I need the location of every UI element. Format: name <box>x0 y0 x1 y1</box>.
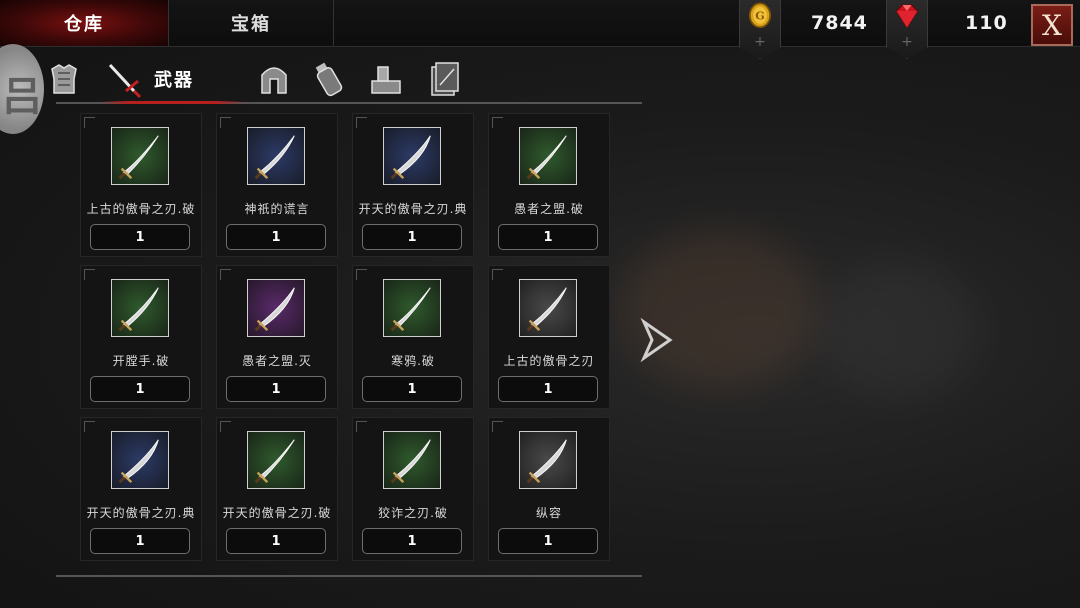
inventory-slot[interactable]: 寒鸦.破 1 <box>352 265 474 409</box>
weapon-icon <box>383 431 441 489</box>
weapon-icon <box>111 279 169 337</box>
gold-coin-icon: G <box>748 2 772 29</box>
tab-warehouse[interactable]: 仓库 <box>0 0 169 46</box>
close-button[interactable]: X <box>1031 4 1073 46</box>
next-page-arrow-icon[interactable] <box>640 318 674 362</box>
top-bar: 仓库 宝箱 G + 7844 + 110 X <box>0 0 1080 59</box>
svg-text:G: G <box>755 10 764 23</box>
inventory-slot[interactable]: 狡诈之刃.破 1 <box>352 417 474 561</box>
bottom-divider <box>56 575 642 577</box>
item-quantity: 1 <box>498 528 598 554</box>
inventory-slot[interactable]: 神祇的谎言 1 <box>216 113 338 257</box>
scroll-card-icon <box>431 62 459 96</box>
slot-corner-decoration <box>84 117 95 128</box>
item-name: 上古的傲骨之刃.破 <box>86 202 196 216</box>
item-quantity: 1 <box>90 224 190 250</box>
inventory-slot[interactable]: 开天的傲骨之刃.典 1 <box>80 417 202 561</box>
inventory-slot[interactable]: 愚者之盟.破 1 <box>488 113 610 257</box>
inventory-slot[interactable]: 上古的傲骨之刃.破 1 <box>80 113 202 257</box>
weapon-icon <box>247 127 305 185</box>
weapon-icon <box>247 431 305 489</box>
item-quantity: 1 <box>362 376 462 402</box>
inventory-slot[interactable]: 开膛手.破 1 <box>80 265 202 409</box>
inventory-slot[interactable]: 开天的傲骨之刃.典 1 <box>352 113 474 257</box>
weapon-icon <box>111 127 169 185</box>
slot-corner-decoration <box>492 117 503 128</box>
item-quantity: 1 <box>226 224 326 250</box>
category-potion[interactable] <box>308 56 348 102</box>
item-name: 狡诈之刃.破 <box>378 506 448 520</box>
handle-glyph-icon: 吕 <box>2 74 42 120</box>
item-name: 神祇的谎言 <box>244 202 310 216</box>
category-scroll[interactable] <box>424 56 464 102</box>
item-quantity: 1 <box>226 376 326 402</box>
weapon-icon <box>111 431 169 489</box>
item-name: 纵容 <box>535 506 562 520</box>
slot-corner-decoration <box>84 421 95 432</box>
red-gem-icon <box>895 4 919 29</box>
gold-amount: 7844 <box>811 12 868 34</box>
category-helmet[interactable] <box>254 56 294 102</box>
inventory-slot[interactable]: 上古的傲骨之刃 1 <box>488 265 610 409</box>
potion-icon <box>315 62 343 97</box>
category-crafting[interactable] <box>366 56 406 102</box>
active-category-underline <box>100 101 244 104</box>
inventory-slot[interactable]: 纵容 1 <box>488 417 610 561</box>
add-gem-icon: + <box>901 34 913 50</box>
weapon-icon <box>519 431 577 489</box>
slot-corner-decoration <box>220 117 231 128</box>
slot-corner-decoration <box>356 421 367 432</box>
item-name: 愚者之盟.灭 <box>242 354 312 368</box>
item-quantity: 1 <box>498 376 598 402</box>
item-quantity: 1 <box>90 376 190 402</box>
weapon-icon <box>383 127 441 185</box>
slot-corner-decoration <box>356 117 367 128</box>
item-name: 开天的傲骨之刃.典 <box>358 202 468 216</box>
weapon-icon <box>247 279 305 337</box>
slot-corner-decoration <box>492 421 503 432</box>
item-quantity: 1 <box>362 224 462 250</box>
weapon-icon <box>383 279 441 337</box>
gold-slot[interactable]: G + <box>739 0 781 59</box>
item-name: 开天的傲骨之刃.典 <box>86 506 196 520</box>
slot-corner-decoration <box>84 269 95 280</box>
tab-treasure-chest[interactable]: 宝箱 <box>169 0 334 46</box>
weapon-icon <box>519 127 577 185</box>
slot-corner-decoration <box>356 269 367 280</box>
gem-amount: 110 <box>965 12 1008 34</box>
item-quantity: 1 <box>498 224 598 250</box>
item-name: 上古的傲骨之刃 <box>503 354 595 368</box>
item-quantity: 1 <box>362 528 462 554</box>
item-quantity: 1 <box>226 528 326 554</box>
category-weapons[interactable]: 武器 <box>104 56 194 102</box>
sword-icon <box>108 63 142 99</box>
category-armor[interactable] <box>44 56 84 102</box>
inventory-slot[interactable]: 开天的傲骨之刃.破 1 <box>216 417 338 561</box>
inventory-slot[interactable]: 愚者之盟.灭 1 <box>216 265 338 409</box>
weapon-icon <box>519 279 577 337</box>
side-drawer-handle[interactable]: 吕 <box>0 44 44 134</box>
armor-icon <box>51 64 77 94</box>
slot-corner-decoration <box>220 269 231 280</box>
anvil-icon <box>371 66 401 94</box>
gem-slot[interactable]: + <box>886 0 928 59</box>
item-name: 寒鸦.破 <box>391 354 435 368</box>
item-name: 开天的傲骨之刃.破 <box>222 506 332 520</box>
slot-corner-decoration <box>220 421 231 432</box>
add-gold-icon: + <box>754 34 766 50</box>
item-quantity: 1 <box>90 528 190 554</box>
helmet-icon <box>261 67 287 94</box>
slot-corner-decoration <box>492 269 503 280</box>
item-name: 开膛手.破 <box>112 354 170 368</box>
background-blur <box>620 230 820 390</box>
item-name: 愚者之盟.破 <box>514 202 584 216</box>
background-blur <box>820 260 980 400</box>
category-weapons-label: 武器 <box>154 70 194 91</box>
